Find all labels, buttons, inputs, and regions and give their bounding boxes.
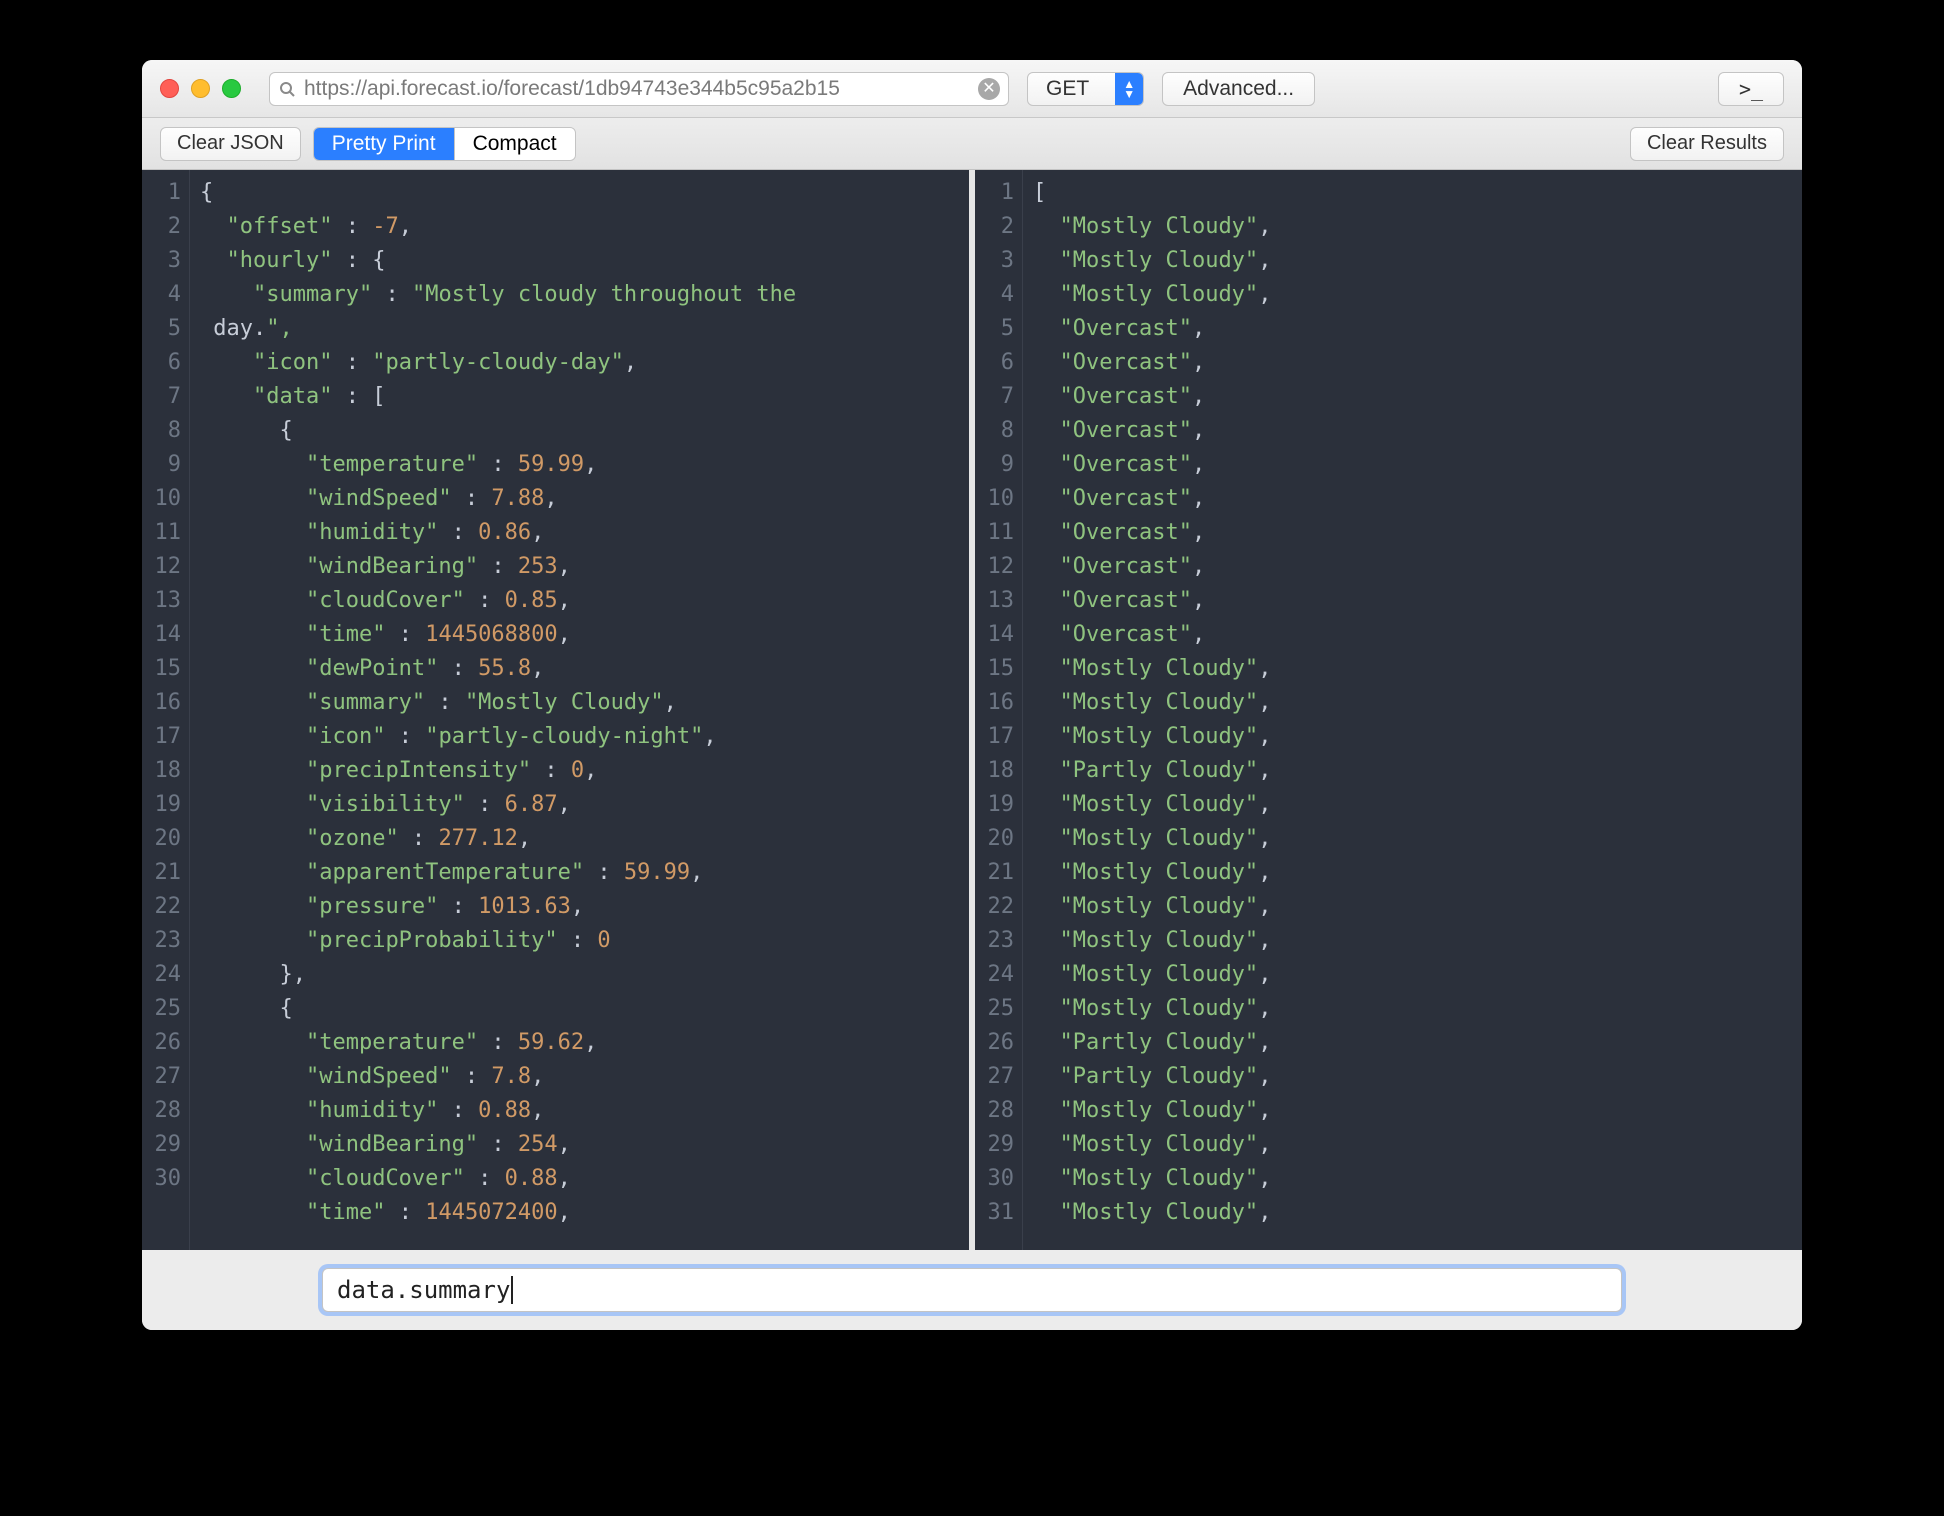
format-segmented-control: Pretty Print Compact — [313, 127, 576, 161]
http-method-value: GET — [1028, 73, 1115, 105]
search-icon — [278, 80, 296, 98]
url-field[interactable]: https://api.forecast.io/forecast/1db9474… — [269, 72, 1009, 106]
http-method-select[interactable]: GET ▲▼ — [1027, 72, 1144, 106]
traffic-lights — [160, 79, 241, 98]
pretty-print-tab[interactable]: Pretty Print — [314, 128, 455, 160]
left-code: { "offset" : -7, "hourly" : { "summary" … — [190, 170, 969, 1230]
advanced-button[interactable]: Advanced... — [1162, 72, 1315, 106]
query-input[interactable]: data.summary — [322, 1268, 1622, 1312]
url-text: https://api.forecast.io/forecast/1db9474… — [304, 77, 972, 101]
clear-results-button[interactable]: Clear Results — [1630, 127, 1784, 161]
minimize-window-button[interactable] — [191, 79, 210, 98]
close-window-button[interactable] — [160, 79, 179, 98]
left-gutter: 1 2 3 4 5 6 7 8 9 10 11 12 13 14 15 16 1… — [142, 170, 190, 1250]
left-pane[interactable]: 1 2 3 4 5 6 7 8 9 10 11 12 13 14 15 16 1… — [142, 170, 969, 1250]
query-text: data.summary — [337, 1276, 510, 1304]
right-code: [ "Mostly Cloudy", "Mostly Cloudy", "Mos… — [1023, 170, 1802, 1230]
code-panes: 1 2 3 4 5 6 7 8 9 10 11 12 13 14 15 16 1… — [142, 170, 1802, 1250]
clear-json-button[interactable]: Clear JSON — [160, 127, 301, 161]
right-pane[interactable]: 1 2 3 4 5 6 7 8 9 10 11 12 13 14 15 16 1… — [969, 170, 1802, 1250]
clear-url-icon[interactable]: ✕ — [978, 78, 1000, 100]
select-arrows-icon: ▲▼ — [1115, 73, 1143, 105]
titlebar: https://api.forecast.io/forecast/1db9474… — [142, 60, 1802, 118]
console-button[interactable]: >_ — [1718, 72, 1784, 106]
compact-tab[interactable]: Compact — [455, 128, 575, 160]
query-bar: data.summary — [142, 1250, 1802, 1330]
right-gutter: 1 2 3 4 5 6 7 8 9 10 11 12 13 14 15 16 1… — [975, 170, 1023, 1250]
text-cursor — [511, 1276, 513, 1304]
app-window: https://api.forecast.io/forecast/1db9474… — [142, 60, 1802, 1330]
zoom-window-button[interactable] — [222, 79, 241, 98]
format-toolbar: Clear JSON Pretty Print Compact Clear Re… — [142, 118, 1802, 170]
